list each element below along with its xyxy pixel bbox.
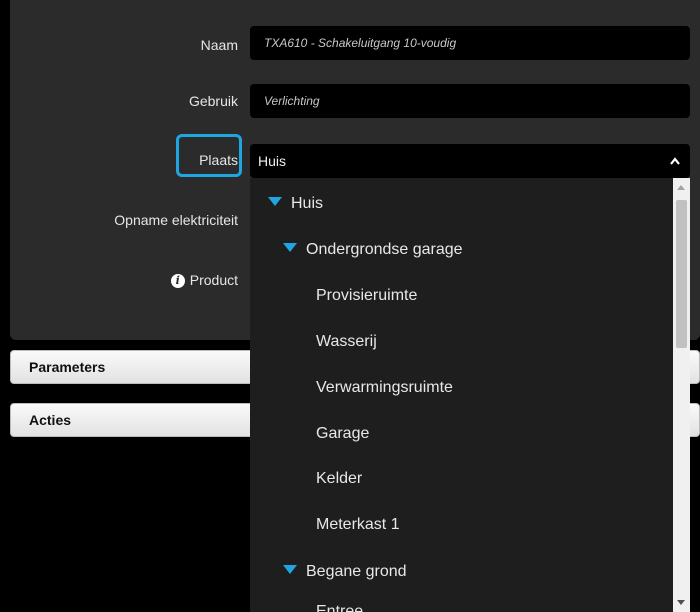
tree-item-label: Begane grond bbox=[306, 563, 407, 580]
product-label: i Product bbox=[120, 272, 238, 288]
chevron-up-icon[interactable] bbox=[670, 156, 680, 166]
tree-item-garage[interactable]: Garage bbox=[316, 425, 369, 443]
scroll-up-arrow-icon[interactable] bbox=[677, 185, 685, 190]
naam-label: Naam bbox=[200, 37, 238, 53]
tree-item-label: Ondergrondse garage bbox=[306, 241, 463, 258]
plaats-dropdown-list[interactable]: Huis Ondergrondse garage Provisieruimte … bbox=[250, 178, 690, 612]
triangle-down-icon[interactable] bbox=[268, 197, 282, 206]
tree-item-meterkast-1[interactable]: Meterkast 1 bbox=[316, 516, 400, 534]
plaats-select[interactable]: Huis bbox=[250, 144, 690, 178]
tree-item-entree[interactable]: Entree bbox=[316, 603, 363, 612]
product-label-text: Product bbox=[189, 272, 238, 288]
tree-item-provisieruimte[interactable]: Provisieruimte bbox=[316, 287, 417, 305]
tree-item-verwarmingsruimte[interactable]: Verwarmingsruimte bbox=[316, 379, 453, 397]
tree-item-begane-grond[interactable]: Begane grond bbox=[283, 563, 407, 581]
dropdown-scrollbar[interactable] bbox=[673, 178, 690, 612]
gebruik-field[interactable]: Verlichting bbox=[250, 84, 690, 118]
opname-label: Opname elektriciteit bbox=[114, 212, 238, 228]
tree-item-huis[interactable]: Huis bbox=[268, 195, 323, 213]
scrollbar-thumb[interactable] bbox=[676, 200, 687, 348]
plaats-label: Plaats bbox=[199, 152, 238, 168]
scroll-down-arrow-icon[interactable] bbox=[677, 600, 685, 605]
tree-item-ondergrondse-garage[interactable]: Ondergrondse garage bbox=[283, 241, 463, 259]
info-icon[interactable]: i bbox=[170, 274, 185, 288]
tree-item-kelder[interactable]: Kelder bbox=[316, 470, 362, 488]
plaats-select-value: Huis bbox=[258, 153, 287, 169]
naam-field[interactable]: TXA610 - Schakeluitgang 10-voudig bbox=[250, 26, 690, 60]
triangle-down-icon[interactable] bbox=[283, 243, 297, 252]
gebruik-label: Gebruik bbox=[188, 93, 238, 109]
triangle-down-icon[interactable] bbox=[283, 565, 297, 574]
tree-item-label: Huis bbox=[291, 195, 324, 212]
tree-item-wasserij[interactable]: Wasserij bbox=[316, 333, 377, 351]
